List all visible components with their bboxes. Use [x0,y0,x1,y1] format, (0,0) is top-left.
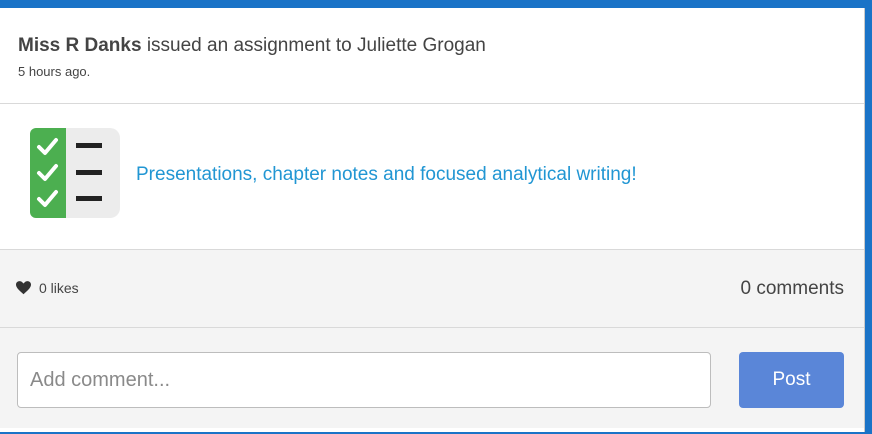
likes-count[interactable]: 0 likes [16,280,79,296]
timestamp: 5 hours ago. [18,64,91,79]
checklist-icon [30,128,120,218]
likes-label: 0 likes [39,280,79,296]
assignment-section: Presentations, chapter notes and focused… [0,104,864,250]
engagement-stats: 0 likes 0 comments [0,250,864,328]
activity-action: issued an assignment to Juliette Grogan [141,35,486,56]
comments-count[interactable]: 0 comments [741,278,844,300]
activity-header: Miss R Danks issued an assignment to Jul… [0,8,864,104]
post-button[interactable]: Post [739,352,844,408]
heart-icon [16,281,31,295]
add-comment-input[interactable] [17,352,711,408]
assignment-title-link[interactable]: Presentations, chapter notes and focused… [136,164,637,186]
activity-card: Miss R Danks issued an assignment to Jul… [0,8,865,432]
author-name[interactable]: Miss R Danks [18,35,142,56]
comment-form: Post [0,328,864,428]
activity-summary: Miss R Danks issued an assignment to Jul… [18,34,846,58]
